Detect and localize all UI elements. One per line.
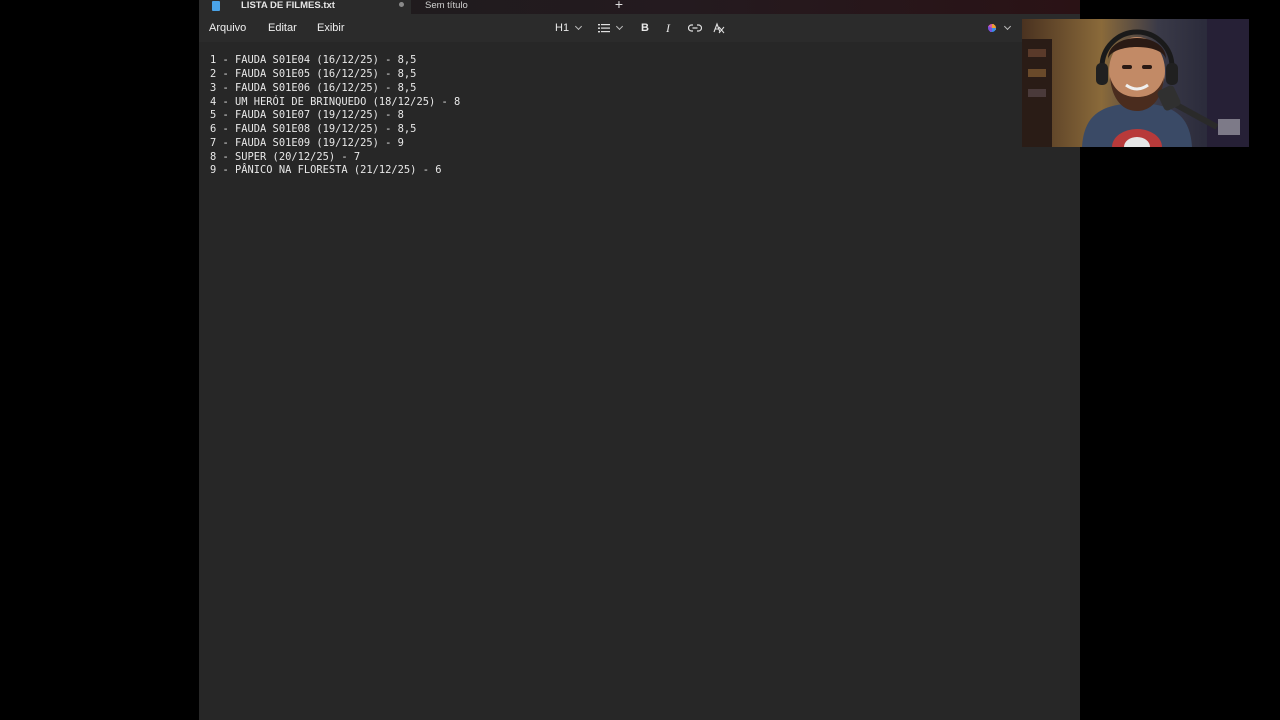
menu-exibir[interactable]: Exibir <box>317 22 345 34</box>
tab-title: LISTA DE FILMES.txt <box>241 0 335 11</box>
clear-formatting-icon <box>713 22 725 34</box>
clear-formatting-button[interactable] <box>713 19 725 37</box>
notepad-window: LISTA DE FILMES.txt Sem título + Arquivo… <box>199 0 1080 720</box>
link-icon <box>688 24 702 32</box>
list-dropdown[interactable] <box>598 19 624 37</box>
italic-button[interactable]: I <box>666 19 670 37</box>
chevron-down-icon <box>1003 22 1012 30</box>
tab-title: Sem título <box>425 0 468 11</box>
document-line: 9 - PÂNICO NA FLORESTA (21/12/25) - 6 <box>210 164 442 176</box>
copilot-icon <box>988 24 996 32</box>
menu-toolbar: Arquivo Editar Exibir H1 B I <box>199 14 1080 42</box>
heading-label: H1 <box>555 22 570 34</box>
document-line: 8 - SUPER (20/12/25) - 7 <box>210 151 361 163</box>
document-line: 4 - UM HERÓI DE BRINQUEDO (18/12/25) - 8 <box>210 96 461 108</box>
text-editor-area[interactable]: 1 - FAUDA S01E04 (16/12/25) - 8,5 2 - FA… <box>199 42 1080 720</box>
link-button[interactable] <box>688 19 702 37</box>
webcam-overlay <box>1022 19 1249 147</box>
document-line: 1 - FAUDA S01E04 (16/12/25) - 8,5 <box>210 54 417 66</box>
copilot-button[interactable] <box>986 19 1012 37</box>
unsaved-indicator-icon[interactable] <box>399 2 404 7</box>
document-line: 7 - FAUDA S01E09 (19/12/25) - 9 <box>210 137 404 149</box>
chevron-down-icon <box>615 22 624 30</box>
document-line: 6 - FAUDA S01E08 (19/12/25) - 8,5 <box>210 123 417 135</box>
chevron-down-icon <box>575 22 583 30</box>
tab-bar: LISTA DE FILMES.txt Sem título + <box>199 0 1080 14</box>
bold-button[interactable]: B <box>641 19 649 37</box>
tab-lista-de-filmes[interactable]: LISTA DE FILMES.txt <box>199 0 411 14</box>
heading-dropdown[interactable]: H1 <box>555 19 583 37</box>
webcam-person-image <box>1022 19 1249 147</box>
notepad-file-icon <box>212 1 220 11</box>
menu-arquivo[interactable]: Arquivo <box>209 22 246 34</box>
document-line: 2 - FAUDA S01E05 (16/12/25) - 8,5 <box>210 68 417 80</box>
tab-sem-titulo[interactable]: Sem título <box>425 0 595 14</box>
menu-editar[interactable]: Editar <box>268 22 297 34</box>
bulleted-list-icon <box>598 24 610 33</box>
document-line: 3 - FAUDA S01E06 (16/12/25) - 8,5 <box>210 82 417 94</box>
new-tab-button[interactable]: + <box>612 0 626 11</box>
document-line: 5 - FAUDA S01E07 (19/12/25) - 8 <box>210 109 404 121</box>
